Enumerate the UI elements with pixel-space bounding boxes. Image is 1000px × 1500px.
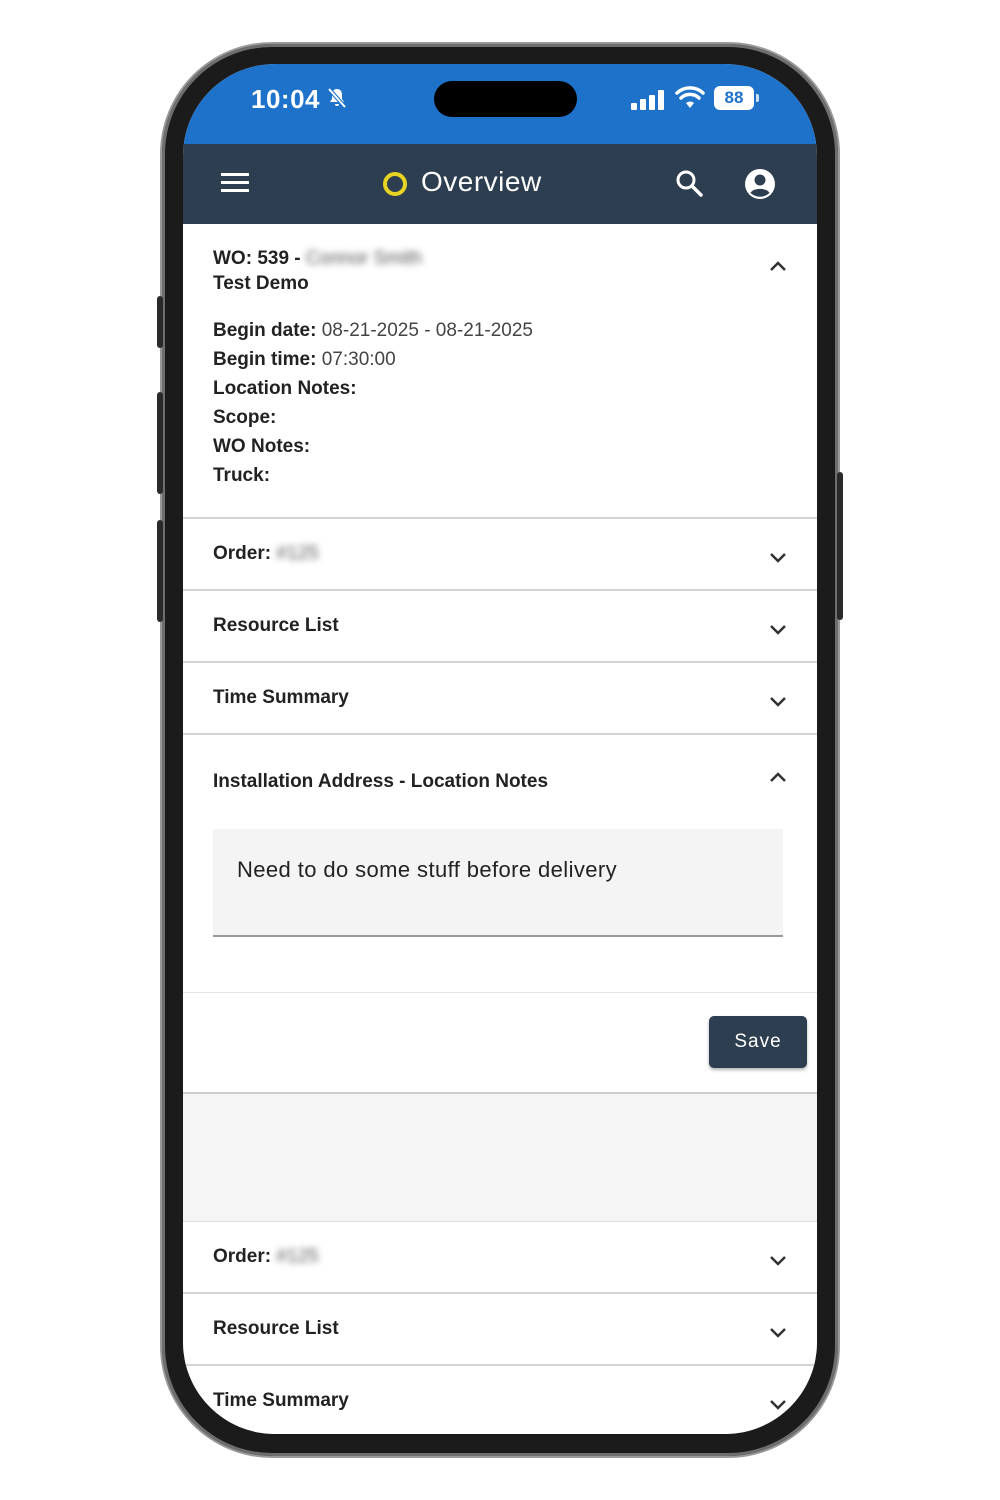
work-order-panel: WO: 539 - Connor Smith Test Demo Begin d… (183, 224, 817, 519)
phone-screen: 10:04 88 Overview WO: 539 - Connor Smith… (183, 64, 817, 1434)
order-label: Order: (213, 543, 272, 564)
signal-icon (631, 90, 664, 110)
account-icon[interactable] (744, 168, 776, 200)
save-button[interactable]: Save (709, 1016, 807, 1068)
bell-slash-icon (327, 87, 347, 109)
battery-tip (756, 94, 759, 102)
installation-address-label[interactable]: Installation Address - Location Notes (213, 771, 548, 793)
work-order-number: WO: 539 - (213, 248, 306, 269)
app-bar: Overview (183, 144, 817, 224)
chevron-down-icon (770, 1256, 786, 1266)
order-number: #125 (276, 543, 319, 564)
chevron-down-icon (770, 1328, 786, 1338)
truck-row: Truck: (213, 465, 270, 487)
wo-notes-label: WO Notes: (213, 436, 311, 457)
status-time: 10:04 (251, 84, 320, 114)
side-button-volume-down (157, 520, 163, 622)
chevron-up-icon[interactable] (769, 260, 787, 272)
begin-time-row: Begin time: 07:30:00 (213, 349, 396, 371)
job-name: Test Demo (213, 273, 309, 294)
chevron-down-icon (770, 697, 786, 707)
side-button-power (837, 472, 843, 620)
location-notes-text: Need to do some stuff before delivery (237, 857, 618, 882)
order-number: #125 (276, 1246, 319, 1267)
order-label: Order: (213, 1246, 272, 1267)
time-summary-header-2[interactable]: Time Summary (183, 1366, 817, 1434)
chevron-down-icon (770, 1400, 786, 1410)
search-icon[interactable] (674, 168, 704, 198)
begin-date-label: Begin date: (213, 320, 317, 341)
work-order-header[interactable]: WO: 539 - Connor Smith (213, 248, 422, 270)
side-button-action (157, 296, 163, 348)
time-summary-label: Time Summary (213, 687, 349, 708)
begin-time-label: Begin time: (213, 349, 317, 370)
begin-date-value: 08-21-2025 - 08-21-2025 (321, 320, 533, 341)
order-panel-header-2[interactable]: Order: #125 (183, 1222, 817, 1294)
chevron-down-icon (770, 625, 786, 635)
location-notes-row: Location Notes: (213, 378, 357, 400)
scope-label: Scope: (213, 407, 277, 428)
installation-address-panel: Installation Address - Location Notes Ne… (183, 735, 817, 993)
main-content: WO: 539 - Connor Smith Test Demo Begin d… (183, 224, 817, 1434)
order-panel-header[interactable]: Order: #125 (183, 519, 817, 591)
time-summary-header[interactable]: Time Summary (183, 663, 817, 735)
resource-list-label: Resource List (213, 1318, 339, 1339)
save-bar: Save (183, 993, 817, 1094)
page-title: Overview (421, 166, 542, 197)
resource-list-header[interactable]: Resource List (183, 591, 817, 663)
logo-ring-icon (383, 172, 407, 196)
wifi-icon (675, 86, 705, 108)
menu-icon[interactable] (221, 172, 251, 194)
begin-date-row: Begin date: 08-21-2025 - 08-21-2025 (213, 320, 533, 342)
side-button-volume-up (157, 392, 163, 494)
resource-list-header-2[interactable]: Resource List (183, 1294, 817, 1366)
battery-icon: 88 (714, 86, 754, 110)
status-bar: 10:04 88 (183, 64, 817, 144)
scope-row: Scope: (213, 407, 276, 429)
location-notes-label: Location Notes: (213, 378, 357, 399)
chevron-down-icon (770, 553, 786, 563)
truck-label: Truck: (213, 465, 271, 486)
resource-list-label: Resource List (213, 615, 339, 636)
time-summary-label: Time Summary (213, 1390, 349, 1411)
wo-notes-row: WO Notes: (213, 436, 310, 458)
chevron-up-icon[interactable] (769, 771, 787, 783)
section-spacer (183, 1094, 817, 1222)
location-notes-textarea[interactable]: Need to do some stuff before delivery (213, 829, 783, 937)
customer-name: Connor Smith (305, 248, 423, 269)
dynamic-island (434, 81, 577, 117)
begin-time-value: 07:30:00 (321, 349, 396, 370)
